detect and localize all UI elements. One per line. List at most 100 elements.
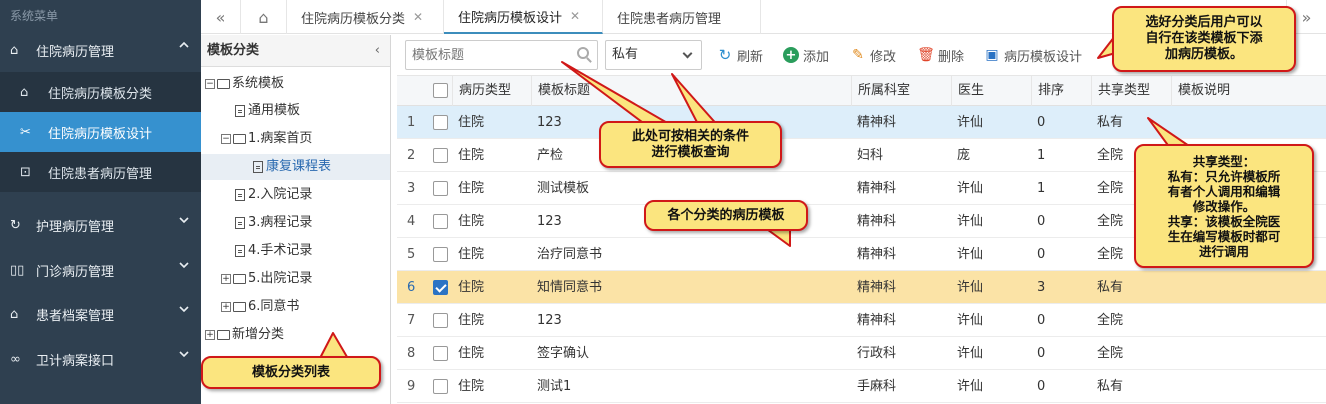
delete-button[interactable]: 🗑 删除 xyxy=(917,40,964,70)
edit-button[interactable]: ✎ 修改 xyxy=(850,40,896,70)
home-icon: ⌂ xyxy=(10,42,19,58)
sidebar-item-patient-records[interactable]: ⊡ 住院患者病历管理 xyxy=(0,152,201,192)
column-header[interactable]: 医生 xyxy=(951,76,1031,107)
sidebar-group-nursing[interactable]: ↻ 护理病历管理 xyxy=(0,203,201,247)
row-checkbox[interactable] xyxy=(433,115,448,130)
pencil-icon: ✎ xyxy=(852,47,864,63)
tab-template-design[interactable]: 住院病历模板设计 ✕ xyxy=(444,0,603,34)
table-row[interactable]: 9 住院 测试1 手麻科 许仙 0 私有 xyxy=(397,370,1326,403)
cell-title: 测试1 xyxy=(537,379,572,394)
column-header[interactable]: 病历类型 xyxy=(452,76,531,107)
sidebar-group-inpatient[interactable]: ⌂ 住院病历管理 xyxy=(0,28,201,72)
sidebar-group-label: 护理病历管理 xyxy=(36,219,115,235)
close-icon[interactable]: ✕ xyxy=(413,10,423,24)
sidebar-item-label: 住院病历模板设计 xyxy=(48,126,153,142)
row-checkbox[interactable] xyxy=(433,181,448,196)
cell-title: 123 xyxy=(537,115,562,130)
tree-node-system[interactable]: − 系统模板 xyxy=(205,71,284,97)
tree-node-rehab[interactable]: 康复课程表 xyxy=(201,154,390,180)
home-icon: ⌂ xyxy=(10,306,19,322)
column-header[interactable]: 所属科室 xyxy=(851,76,951,107)
search-input[interactable] xyxy=(406,41,566,69)
cell-title: 123 xyxy=(537,313,562,328)
cell-dept: 妇科 xyxy=(857,148,884,163)
tree-node-label: 6.同意书 xyxy=(248,299,300,314)
template-tree-panel: 模板分类 ‹ − 系统模板 通用模板 − 1.病案首页 康复课程表 2.入院记录 3… xyxy=(201,35,391,404)
row-number: 8 xyxy=(407,346,416,361)
expand-toggle-icon[interactable]: + xyxy=(221,302,231,312)
sidebar-item-label: 住院患者病历管理 xyxy=(48,166,153,182)
cell-title: 治疗同意书 xyxy=(537,247,603,262)
cell-doctor: 许仙 xyxy=(957,379,984,394)
collapse-toggle-icon[interactable]: − xyxy=(205,79,215,89)
cell-title: 知情同意书 xyxy=(537,280,603,295)
share-type-select[interactable]: 私有 xyxy=(605,40,702,70)
column-header[interactable]: 排序 xyxy=(1031,76,1091,107)
row-checkbox[interactable] xyxy=(433,379,448,394)
template-design-button[interactable]: ▣ 病历模板设计 xyxy=(984,40,1082,70)
tree-node-case-front[interactable]: − 1.病案首页 xyxy=(221,126,312,152)
document-icon xyxy=(253,161,263,173)
select-all-checkbox[interactable] xyxy=(433,83,448,98)
row-checkbox[interactable] xyxy=(433,247,448,262)
tree-node-new-category[interactable]: + 新增分类 xyxy=(205,322,284,348)
table-row[interactable]: 6 住院 知情同意书 精神科 许仙 3 私有 xyxy=(397,271,1326,304)
row-checkbox[interactable] xyxy=(433,280,448,295)
document-icon xyxy=(235,105,245,117)
scroll-left-button[interactable]: « xyxy=(201,0,241,34)
close-icon[interactable]: ✕ xyxy=(570,9,580,23)
sidebar-group-outpatient[interactable]: ▯▯ 门诊病历管理 xyxy=(0,248,201,292)
column-header[interactable]: 模板标题 xyxy=(531,76,851,107)
home-icon: ⌂ xyxy=(20,84,29,100)
tree-node-general[interactable]: 通用模板 xyxy=(235,98,300,124)
folder-icon xyxy=(233,134,246,144)
cell-share: 私有 xyxy=(1097,280,1124,295)
search-icon[interactable] xyxy=(577,47,589,59)
refresh-button[interactable]: ↻ 刷新 xyxy=(717,40,763,70)
column-header[interactable]: 模板说明 xyxy=(1171,76,1326,107)
home-tab-button[interactable]: ⌂ xyxy=(241,0,287,34)
cell-dept: 行政科 xyxy=(857,346,897,361)
sidebar-group-patient-archive[interactable]: ⌂ 患者档案管理 xyxy=(0,292,201,336)
folder-icon xyxy=(217,79,230,89)
sidebar-group-health-interface[interactable]: ∞ 卫计病案接口 xyxy=(0,337,201,381)
tab-patient-records[interactable]: 住院患者病历管理 xyxy=(603,0,761,34)
row-checkbox[interactable] xyxy=(433,214,448,229)
table-row[interactable]: 1 住院 123 精神科 许仙 0 私有 xyxy=(397,106,1326,139)
collapse-panel-icon[interactable]: ‹ xyxy=(375,35,380,67)
row-checkbox[interactable] xyxy=(433,346,448,361)
cell-type: 住院 xyxy=(458,148,485,163)
sidebar-item-template-category[interactable]: ⌂ 住院病历模板分类 xyxy=(0,72,201,112)
table-row[interactable]: 7 住院 123 精神科 许仙 0 全院 xyxy=(397,304,1326,337)
tree-node-discharge[interactable]: +5.出院记录 xyxy=(221,266,312,292)
chevron-up-icon xyxy=(179,41,189,48)
tree-node-label: 系统模板 xyxy=(232,76,285,91)
cell-order: 1 xyxy=(1037,148,1046,163)
row-checkbox[interactable] xyxy=(433,313,448,328)
cell-order: 0 xyxy=(1037,346,1046,361)
callout-templates: 各个分类的病历模板 xyxy=(644,200,808,231)
add-button[interactable]: + 添加 xyxy=(783,40,829,70)
tree-node-progress[interactable]: 3.病程记录 xyxy=(235,210,312,236)
sidebar-item-template-design[interactable]: ✂ 住院病历模板设计 xyxy=(0,112,201,152)
book-icon: ▯▯ xyxy=(10,262,25,278)
tree-node-consent[interactable]: +6.同意书 xyxy=(221,294,299,320)
expand-toggle-icon[interactable]: + xyxy=(205,330,215,340)
grid-header: 病历类型 模板标题 所属科室 医生 排序 共享类型 模板说明 xyxy=(397,75,1326,107)
design-label: 病历模板设计 xyxy=(1004,49,1083,65)
row-number: 7 xyxy=(407,313,416,328)
collapse-toggle-icon[interactable]: − xyxy=(221,134,231,144)
tab-label: 住院患者病历管理 xyxy=(617,11,722,27)
row-checkbox[interactable] xyxy=(433,148,448,163)
callout-add-template: 选好分类后用户可以 自行在该类模板下添 加病历模板。 xyxy=(1112,6,1296,72)
cell-doctor: 许仙 xyxy=(957,346,984,361)
tree-node-admission[interactable]: 2.入院记录 xyxy=(235,182,312,208)
document-icon xyxy=(235,245,245,257)
tools-icon: ✂ xyxy=(20,124,31,140)
tree-node-surgery[interactable]: 4.手术记录 xyxy=(235,238,312,264)
table-row[interactable]: 8 住院 签字确认 行政科 许仙 0 全院 xyxy=(397,337,1326,370)
tab-template-category[interactable]: 住院病历模板分类 ✕ xyxy=(287,0,444,34)
column-header[interactable]: 共享类型 xyxy=(1091,76,1171,107)
expand-toggle-icon[interactable]: + xyxy=(221,274,231,284)
tree-node-label: 新增分类 xyxy=(232,327,285,342)
